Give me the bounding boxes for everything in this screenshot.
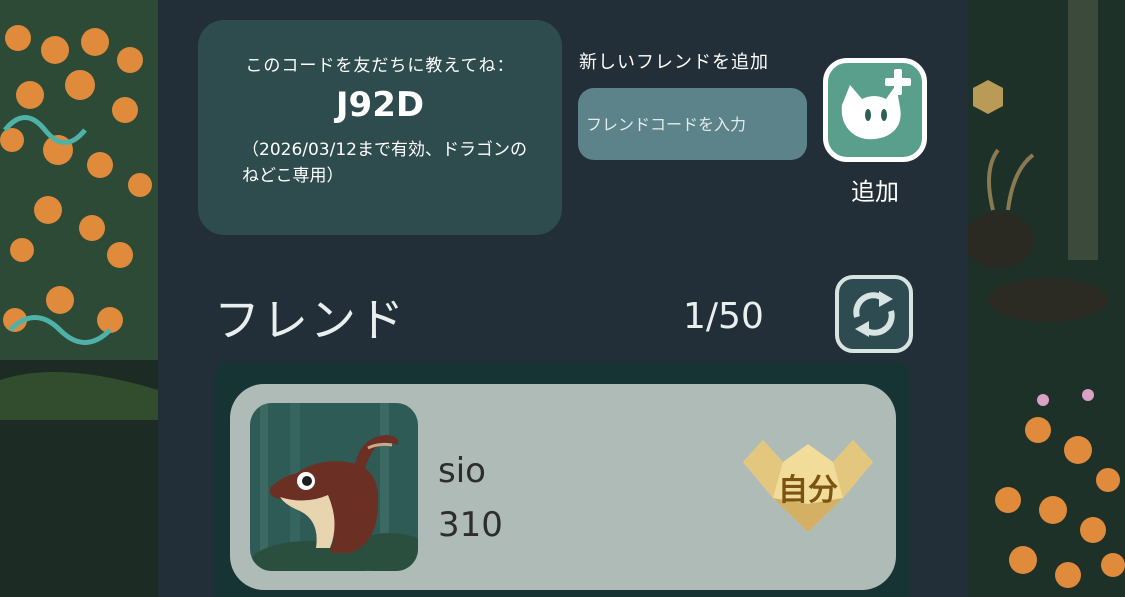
friends-panel: このコードを友だちに教えてね： J92D （2026/03/12まで有効、ドラゴ…	[158, 0, 968, 597]
friend-code-validity: （2026/03/12まで有効、ドラゴンのねどこ専用）	[242, 140, 527, 186]
friends-count: 1/50	[683, 296, 764, 337]
self-badge-label: 自分	[778, 473, 838, 508]
friend-code-value: J92D	[335, 85, 425, 125]
cat-plus-icon	[841, 69, 911, 140]
friend-list-item[interactable]: sio 310 自分	[230, 384, 896, 590]
self-badge: 自分	[743, 440, 873, 536]
add-friend-title: 新しいフレンドを追加	[579, 52, 769, 73]
dragon-avatar-icon	[250, 403, 418, 571]
friend-code-caption: このコードを友だちに教えてね：	[245, 56, 515, 76]
background-forest-right	[968, 0, 1125, 597]
add-button-label: 追加	[851, 178, 899, 206]
add-friend-button[interactable]	[823, 58, 927, 162]
friend-score: 310	[438, 505, 503, 545]
friend-code-input[interactable]	[578, 88, 807, 160]
refresh-button[interactable]	[835, 275, 913, 353]
friend-name: sio	[438, 451, 486, 491]
friend-code-card: このコードを友だちに教えてね： J92D （2026/03/12まで有効、ドラゴ…	[198, 20, 562, 235]
friends-title: フレンド	[214, 293, 406, 347]
background-forest-left	[0, 0, 158, 597]
refresh-icon	[853, 291, 895, 337]
